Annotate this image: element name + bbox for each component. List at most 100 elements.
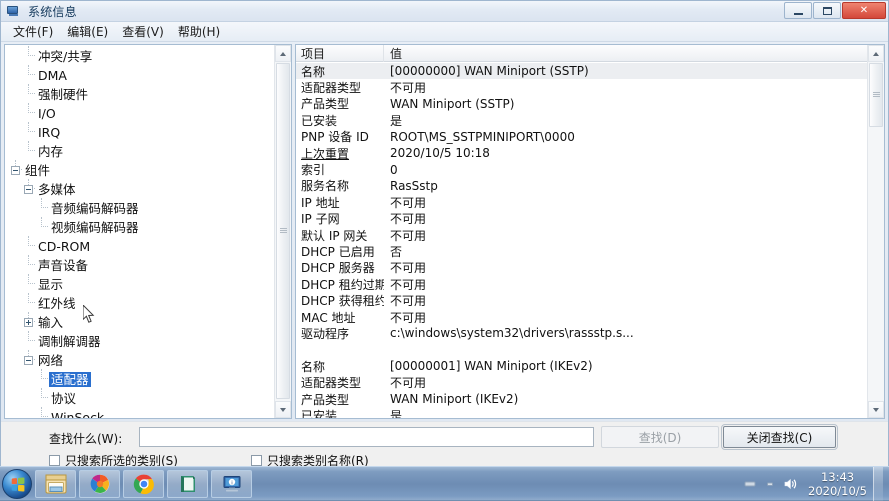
table-row[interactable]: DHCP 服务器不可用	[296, 260, 867, 276]
list-scroll-thumb[interactable]	[869, 63, 883, 127]
tree-item-11[interactable]: 声音设备	[5, 256, 274, 275]
tree-collapse-icon[interactable]	[24, 356, 33, 365]
tree-item-14[interactable]: 输入	[5, 313, 274, 332]
tree-expand-icon[interactable]	[24, 318, 33, 327]
category-tree-pane[interactable]: 冲突/共享DMA强制硬件 I/O IRQ内存组件多媒体音频编码解码器视频编码解码器C…	[4, 44, 292, 419]
tree-item-7[interactable]: 多媒体	[5, 180, 274, 199]
table-row[interactable]: DHCP 已启用否	[296, 243, 867, 259]
table-row[interactable]: IP 子网不可用	[296, 211, 867, 227]
checkbox-search-selected-category[interactable]	[49, 455, 60, 466]
table-row[interactable]: 默认 IP 网关不可用	[296, 227, 867, 243]
tree-item-1[interactable]: DMA	[5, 66, 274, 85]
list-scroll-down-button[interactable]	[868, 401, 884, 418]
taskbar-button-system-information[interactable]: i	[211, 470, 252, 498]
row-value-cell: [00000001] WAN Miniport (IKEv2)	[384, 359, 867, 373]
menu-help[interactable]: 帮助(H)	[171, 21, 227, 42]
tree-item-6[interactable]: 组件	[5, 161, 274, 180]
hidden-icons-icon[interactable]	[740, 479, 760, 489]
row-value-cell: 否	[384, 243, 867, 260]
table-row[interactable]: 产品类型WAN Miniport (SSTP)	[296, 96, 867, 112]
column-header-item[interactable]: 项目	[296, 45, 384, 62]
table-row[interactable]: 适配器类型不可用	[296, 79, 867, 95]
checkbox-search-category-name[interactable]	[251, 455, 262, 466]
find-button[interactable]: 查找(D)	[601, 426, 719, 448]
table-row[interactable]: 上次重置2020/10/5 10:18	[296, 145, 867, 161]
file-explorer-icon	[44, 473, 68, 495]
tree-connector	[41, 198, 48, 208]
network-icon[interactable]	[760, 479, 780, 489]
tree-connector	[28, 274, 35, 284]
taskbar-button-chrome[interactable]	[123, 470, 164, 498]
tree-item-13[interactable]: 红外线	[5, 294, 274, 313]
tree-item-0[interactable]: 冲突/共享	[5, 47, 274, 66]
column-header-value[interactable]: 值	[384, 45, 884, 62]
tree-item-label: I/O	[36, 106, 58, 121]
tree-item-9[interactable]: 视频编码解码器	[5, 218, 274, 237]
tree-item-label: 组件	[23, 163, 52, 178]
title-bar[interactable]: 系统信息 ✕	[1, 1, 888, 22]
table-row[interactable]: 适配器类型不可用	[296, 374, 867, 390]
taskbar-button-file-explorer[interactable]	[35, 470, 76, 498]
tree-item-label: 音频编码解码器	[49, 201, 141, 216]
firefox-icon	[89, 473, 111, 495]
window-controls: ✕	[784, 2, 886, 19]
close-find-button[interactable]: 关闭查找(C)	[723, 426, 836, 448]
tree-connector	[28, 236, 35, 246]
tree-item-5[interactable]: 内存	[5, 142, 274, 161]
clock[interactable]: 13:43 2020/10/5	[808, 470, 867, 498]
table-row[interactable]: 驱动程序c:\windows\system32\drivers\rassstp.…	[296, 325, 867, 341]
tree-item-17[interactable]: 适配器	[5, 370, 274, 389]
start-button[interactable]	[2, 469, 32, 499]
tree-item-8[interactable]: 音频编码解码器	[5, 199, 274, 218]
table-row[interactable]: 名称[00000001] WAN Miniport (IKEv2)	[296, 358, 867, 374]
table-row[interactable]	[296, 342, 867, 358]
row-value-cell: c:\windows\system32\drivers\rassstp.s...	[384, 326, 867, 340]
row-value-cell: 2020/10/5 10:18	[384, 146, 867, 160]
table-row[interactable]: 已安装是	[296, 407, 867, 418]
tree-item-2[interactable]: 强制硬件	[5, 85, 274, 104]
minimize-button[interactable]	[784, 2, 812, 19]
list-scroll-up-button[interactable]	[868, 45, 884, 62]
tree-item-16[interactable]: 网络	[5, 351, 274, 370]
tree-item-19[interactable]: WinSock	[5, 408, 274, 419]
list-vertical-scrollbar[interactable]	[867, 45, 884, 418]
menu-file[interactable]: 文件(F)	[6, 21, 60, 42]
details-list-pane[interactable]: 项目 值 名称[00000000] WAN Miniport (SSTP)适配器…	[295, 44, 885, 419]
chrome-icon	[133, 473, 155, 495]
tree-item-3[interactable]: I/O	[5, 104, 274, 123]
tree-scroll-up-button[interactable]	[275, 45, 291, 62]
close-button[interactable]: ✕	[842, 2, 886, 19]
table-row[interactable]: 服务名称RasSstp	[296, 178, 867, 194]
table-row[interactable]: IP 地址不可用	[296, 194, 867, 210]
tree-item-label: 调制解调器	[36, 334, 103, 349]
tree-item-10[interactable]: CD-ROM	[5, 237, 274, 256]
table-row[interactable]: 名称[00000000] WAN Miniport (SSTP)	[296, 63, 867, 79]
tree-vertical-scrollbar[interactable]	[274, 45, 291, 418]
taskbar-button-notepad[interactable]	[167, 470, 208, 498]
table-row[interactable]: 已安装是	[296, 112, 867, 128]
tree-item-15[interactable]: 调制解调器	[5, 332, 274, 351]
maximize-button[interactable]	[813, 2, 841, 19]
tree-scroll-down-button[interactable]	[275, 401, 291, 418]
tree-collapse-icon[interactable]	[11, 166, 20, 175]
taskbar-button-firefox[interactable]	[79, 470, 120, 498]
menu-bar: 文件(F) 编辑(E) 查看(V) 帮助(H)	[1, 22, 888, 42]
row-item-cell: 适配器类型	[296, 374, 384, 391]
table-row[interactable]: 索引0	[296, 161, 867, 177]
search-input[interactable]	[140, 428, 593, 446]
menu-edit[interactable]: 编辑(E)	[60, 21, 115, 42]
table-row[interactable]: DHCP 获得租约...不可用	[296, 292, 867, 308]
tree-item-12[interactable]: 显示	[5, 275, 274, 294]
table-row[interactable]: MAC 地址不可用	[296, 309, 867, 325]
tree-item-18[interactable]: 协议	[5, 389, 274, 408]
table-row[interactable]: PNP 设备 IDROOT\MS_SSTPMINIPORT\0000	[296, 129, 867, 145]
table-row[interactable]: 产品类型WAN Miniport (IKEv2)	[296, 391, 867, 407]
find-input-wrapper[interactable]	[139, 427, 594, 447]
tree-collapse-icon[interactable]	[24, 185, 33, 194]
tree-scroll-thumb[interactable]	[276, 63, 290, 399]
tree-item-4[interactable]: IRQ	[5, 123, 274, 142]
volume-icon[interactable]	[780, 477, 800, 491]
show-desktop-button[interactable]	[873, 467, 883, 501]
table-row[interactable]: DHCP 租约过期...不可用	[296, 276, 867, 292]
menu-view[interactable]: 查看(V)	[115, 21, 171, 42]
